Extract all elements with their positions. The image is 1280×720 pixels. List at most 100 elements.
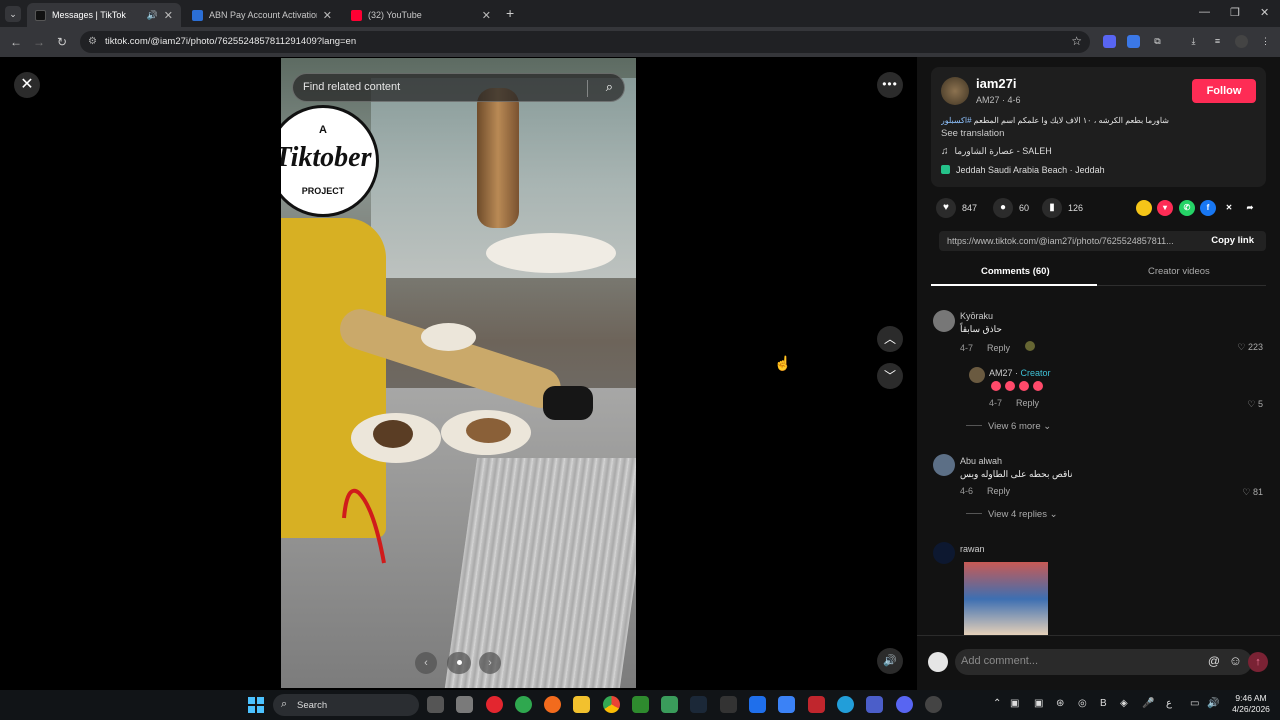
app-icon[interactable] [544,696,561,713]
view-more-replies[interactable]: View 6 more ⌄ [966,421,1051,432]
search-icon[interactable]: ⌕ [606,79,613,95]
telegram-icon[interactable] [837,696,854,713]
language-icon[interactable]: ع [1166,698,1172,709]
discord-icon[interactable] [896,696,913,713]
taskbar-search[interactable]: ⌕ Search [273,694,419,716]
app-icon[interactable] [515,696,532,713]
close-tab-icon[interactable]: ✕ [323,9,332,22]
tray-icon[interactable]: ▣ [1010,698,1019,709]
tray-icon[interactable]: ▣ [1034,698,1043,709]
profile-avatar[interactable] [1235,35,1248,48]
microphone-icon[interactable]: 🎤 [1142,698,1154,709]
author-username[interactable]: iam27i [976,76,1016,91]
extensions-icon[interactable]: ⧉ [1151,35,1164,48]
comment-like[interactable]: ♡ 223 [1227,342,1263,353]
calculator-icon[interactable] [456,696,473,713]
comment-like[interactable]: ♡ 81 [1237,487,1263,498]
tab-tiktok-messages[interactable]: Messages | TikTok 🔊 ✕ [27,3,181,27]
app-icon[interactable] [808,696,825,713]
bookmark-icon[interactable]: ▮ [1042,198,1062,218]
location-link[interactable]: Jeddah Saudi Arabia Beach · Jeddah [941,165,1105,175]
discord-extension-icon[interactable] [1103,35,1116,48]
heart-icon[interactable]: ♥ [936,198,956,218]
x-share-icon[interactable]: ✕ [1221,200,1237,216]
tab-comments[interactable]: Comments (60) [981,266,1050,277]
tab-youtube[interactable]: (32) YouTube ✕ [343,3,499,27]
download-icon[interactable]: ⤓ [1187,35,1200,48]
tray-icon[interactable]: B [1100,698,1107,709]
forward-icon[interactable]: → [33,35,45,49]
comment-image[interactable] [964,562,1048,635]
tab-search-icon[interactable]: ⌄ [5,6,21,22]
comment-button[interactable]: ● 60 [993,196,1029,220]
close-tab-icon[interactable]: ✕ [482,9,491,22]
view-replies[interactable]: View 4 replies ⌄ [966,509,1058,520]
url-bar[interactable]: ⚙ tiktok.com/@iam27i/photo/7625524857811… [80,31,1090,53]
music-link[interactable]: ♫ عصارة الشاورما - SALEH [941,146,1052,157]
emoji-picker-icon[interactable]: ☺ [1229,653,1242,668]
author-avatar[interactable] [941,77,969,105]
minecraft-icon[interactable] [661,696,678,713]
media-controls-icon[interactable]: ≡ [1211,35,1224,48]
commenter-avatar[interactable] [933,454,955,476]
chrome-icon[interactable] [603,696,620,713]
tab-abn-pay[interactable]: ABN Pay Account Activation - ✕ [184,3,340,27]
close-tab-icon[interactable]: ✕ [164,9,173,22]
translate-extension-icon[interactable] [1127,35,1140,48]
mention-icon[interactable]: @ [1208,654,1220,668]
facebook-share-icon[interactable]: f [1200,200,1216,216]
creator-name[interactable]: AM27 · Creator [989,368,1051,378]
new-tab-icon[interactable]: + [506,5,514,21]
volume-icon[interactable]: 🔊 [1207,698,1219,709]
tray-icon[interactable]: ◎ [1078,698,1087,709]
comment-like[interactable]: ♡ 5 [1237,399,1263,410]
volume-button[interactable]: 🔊 [877,648,903,674]
menu-kebab-icon[interactable]: ⋮ [1259,35,1272,48]
network-icon[interactable]: ▭ [1190,698,1199,709]
commenter-avatar[interactable] [933,542,955,564]
restore-icon[interactable]: ❐ [1230,6,1240,19]
follow-button[interactable]: Follow [1192,79,1256,103]
app-icon[interactable] [925,696,942,713]
save-button[interactable]: ▮ 126 [1042,196,1083,220]
find-related-search[interactable]: Find related content ⌕ [292,73,625,102]
post-comment-button[interactable]: ↑ [1248,652,1268,672]
windows-start-icon[interactable] [248,697,264,713]
like-button[interactable]: ♥ 847 [936,196,977,220]
bookmark-star-icon[interactable]: ☆ [1071,34,1082,48]
creator-avatar[interactable] [969,367,985,383]
app-store-icon[interactable] [749,696,766,713]
post-photo[interactable]: A Tiktober PROJECT [281,58,636,688]
send-share-icon[interactable]: ▾ [1157,200,1173,216]
hashtags[interactable]: #اكسبلور #جدة [941,116,972,125]
reload-icon[interactable]: ↻ [57,35,67,49]
post-link-text[interactable]: https://www.tiktok.com/@iam27i/photo/762… [947,236,1192,246]
whatsapp-share-icon[interactable]: ✆ [1179,200,1195,216]
see-translation-link[interactable]: See translation [941,128,1004,139]
minimize-icon[interactable]: — [1199,6,1210,18]
back-icon[interactable]: ← [10,35,22,49]
file-explorer-icon[interactable] [573,696,590,713]
comment-icon[interactable]: ● [993,198,1013,218]
previous-video-button[interactable]: ︿ [877,326,903,352]
more-options-button[interactable]: ••• [877,72,903,98]
xbox-icon[interactable] [632,696,649,713]
copy-link-button[interactable]: Copy link [1211,235,1254,246]
tray-overflow-icon[interactable]: ⌃ [993,698,1001,709]
media-player-icon[interactable] [486,696,503,713]
window-close-icon[interactable]: ✕ [1260,6,1269,19]
tray-icon[interactable]: ◈ [1120,698,1128,709]
close-viewer-button[interactable]: ✕ [14,72,40,98]
site-info-icon[interactable]: ⚙ [88,36,97,47]
commenter-avatar[interactable] [933,310,955,332]
system-clock[interactable]: 9:46 AM 4/26/2026 [1226,693,1276,715]
next-photo-icon[interactable]: › [479,652,501,674]
more-share-icon[interactable]: ➦ [1242,200,1258,216]
speaker-icon[interactable]: 🔊 [147,10,158,21]
tab-creator-videos[interactable]: Creator videos [1148,266,1210,277]
app-icon[interactable] [778,696,795,713]
steam-icon[interactable] [690,696,707,713]
embed-share-icon[interactable] [1136,200,1152,216]
next-video-button[interactable]: ﹀ [877,363,903,389]
task-view-icon[interactable] [427,696,444,713]
